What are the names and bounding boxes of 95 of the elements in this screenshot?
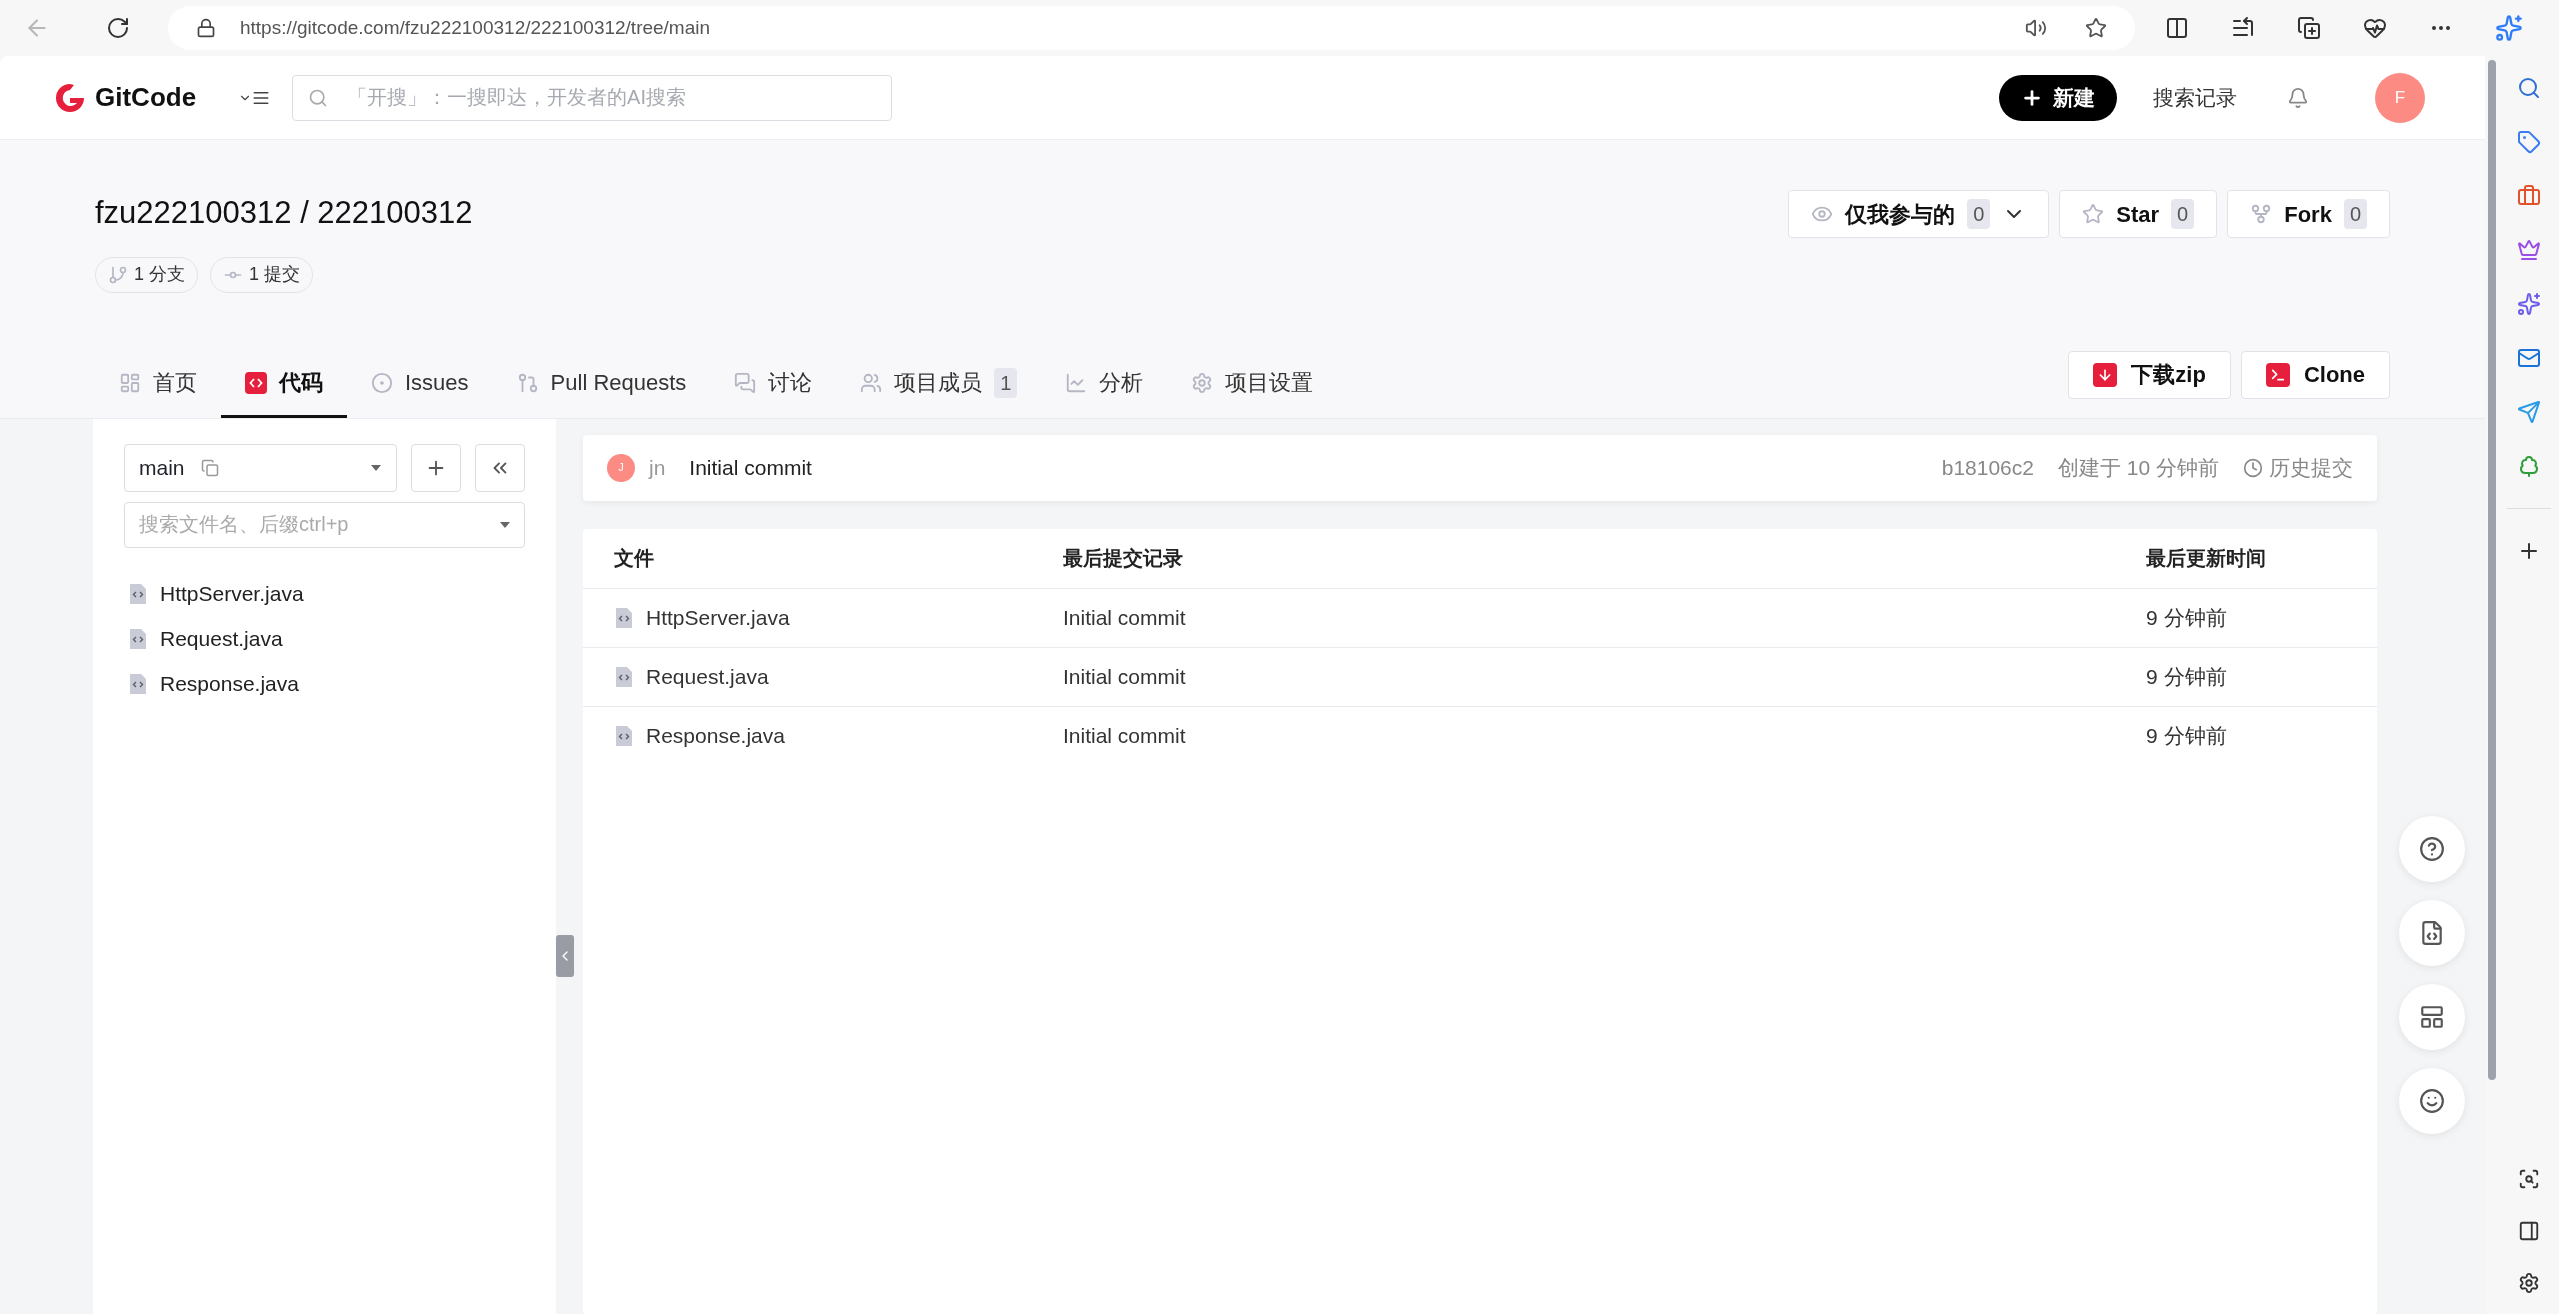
lock-icon: [196, 18, 216, 38]
search-icon: [308, 87, 329, 108]
read-aloud-icon[interactable]: [2025, 17, 2047, 39]
logo-text[interactable]: GitCode: [95, 78, 197, 117]
collections-icon[interactable]: [2297, 16, 2321, 40]
dashboard-icon: [119, 371, 141, 394]
caret-icon: [370, 463, 382, 472]
search-field[interactable]: 「开搜」：一搜即达，开发者的AI搜索: [292, 74, 893, 121]
screenshot-icon[interactable]: [2518, 1168, 2540, 1190]
layout-icon: [2419, 1004, 2445, 1030]
nav-tab[interactable]: 项目成员 1: [836, 350, 1042, 418]
collapse-handle[interactable]: [556, 935, 574, 978]
code-file-icon: [128, 673, 148, 695]
paper-plane-icon[interactable]: [2517, 400, 2541, 424]
nav-tab[interactable]: 讨论: [710, 350, 837, 418]
count-badge: 0: [1967, 199, 1991, 229]
copy-icon[interactable]: [200, 458, 219, 477]
sparkle-icon[interactable]: [2517, 292, 2541, 316]
branch-name: main: [139, 454, 185, 481]
file-link[interactable]: HttpServer.java: [614, 601, 1063, 634]
split-screen-icon[interactable]: [2165, 16, 2189, 40]
tree-icon[interactable]: [2517, 454, 2541, 478]
pull-request-icon: [516, 371, 539, 394]
terminal-icon: [2265, 362, 2290, 387]
notification-icon[interactable]: [2287, 86, 2309, 109]
nav-tab[interactable]: 分析: [1041, 350, 1168, 418]
nav-tab[interactable]: 首页: [95, 350, 221, 418]
add-button[interactable]: [411, 443, 461, 492]
scrollbar-thumb[interactable]: [2488, 60, 2496, 1080]
code-file-icon: [128, 628, 148, 650]
nav-tab[interactable]: Issues: [347, 350, 493, 418]
star-icon: [2082, 203, 2105, 225]
commit-message-cell[interactable]: Initial commit: [1063, 720, 2146, 752]
search-history-link[interactable]: 搜索记录: [2153, 81, 2237, 114]
file-tree-item[interactable]: Response.java: [124, 661, 525, 707]
commit-sha[interactable]: b18106c2: [1941, 451, 2034, 484]
update-time-cell-text: 9 分钟前: [2146, 663, 2228, 690]
repo-action-button[interactable]: Star 0: [2059, 190, 2218, 238]
chart-icon: [1065, 371, 1088, 394]
update-time-cell-text: 9 分钟前: [2146, 723, 2228, 750]
repo-action-button[interactable]: 下载zip: [2068, 350, 2231, 399]
commit-time: 创建于 10 分钟前: [2057, 454, 2219, 481]
address-bar[interactable]: https://gitcode.com/fzu222100312/222100312/tree/main: [168, 6, 2135, 50]
search-icon[interactable]: [2517, 76, 2541, 100]
health-icon[interactable]: [2363, 16, 2387, 40]
settings-icon: [1191, 371, 1214, 394]
file-tree-item[interactable]: Request.java: [124, 616, 525, 662]
file-tree-item[interactable]: HttpServer.java: [124, 571, 525, 617]
new-button[interactable]: 新建: [1999, 74, 2117, 121]
branch-icon: [108, 264, 128, 285]
author-avatar: J: [607, 453, 635, 482]
branch-select[interactable]: main: [124, 443, 397, 492]
help-icon: [2419, 836, 2445, 862]
commit-message-cell[interactable]: Initial commit: [1063, 601, 2146, 634]
users-icon: [860, 371, 883, 394]
nav-tab[interactable]: 项目设置: [1167, 350, 1338, 418]
commit-message-cell[interactable]: Initial commit: [1063, 660, 2146, 693]
column-header: 最后提交记录: [1063, 546, 1184, 571]
download-icon: [2093, 362, 2118, 387]
history-link[interactable]: 历史提交: [2243, 451, 2353, 484]
repo-action-button[interactable]: Clone: [2240, 350, 2390, 399]
clock-icon: [2243, 457, 2263, 478]
caret-icon: [499, 520, 511, 529]
code-file-icon: [614, 725, 634, 747]
reload-icon[interactable]: [106, 16, 130, 40]
file-search-field[interactable]: 搜索文件名、后缀ctrl+p: [124, 501, 525, 548]
tag-icon[interactable]: [2517, 130, 2541, 154]
update-time-cell-text: 9 分钟前: [2146, 604, 2228, 631]
code-file-icon: [614, 665, 634, 688]
favorite-icon[interactable]: [2085, 17, 2107, 39]
mail-icon[interactable]: [2517, 346, 2541, 370]
smile-icon: [2419, 1088, 2445, 1114]
repo-title: fzu222100312 / 222100312: [95, 194, 473, 232]
column-header: 文件: [614, 546, 655, 571]
file-link[interactable]: Response.java: [614, 720, 1063, 752]
circle-icon: [371, 371, 393, 394]
code-file-icon: [614, 606, 634, 629]
fork-icon: [2250, 203, 2273, 225]
file-link[interactable]: Request.java: [614, 660, 1063, 693]
repo-action-button[interactable]: Fork 0: [2227, 190, 2390, 238]
nav-tab[interactable]: Pull Requests: [492, 350, 711, 418]
code-icon: [245, 371, 267, 394]
repo-action-button[interactable]: 仅我参与的 0: [1788, 190, 2050, 238]
code-file-icon: [128, 583, 148, 605]
commit-message[interactable]: Initial commit: [689, 451, 812, 484]
url-text: https://gitcode.com/fzu222100312/222100312/tree/main: [240, 15, 711, 40]
settings-icon[interactable]: [2518, 1272, 2540, 1294]
count-badge: 0: [2343, 199, 2367, 229]
sidebar-icon[interactable]: [2518, 1220, 2540, 1242]
count-badge: 0: [2171, 199, 2195, 229]
code-file-icon: [2419, 920, 2445, 946]
column-header: 最后更新时间: [2146, 546, 2267, 571]
count-badge: 1: [994, 367, 1018, 398]
briefcase-icon[interactable]: [2517, 184, 2541, 208]
chat-icon: [734, 371, 757, 394]
